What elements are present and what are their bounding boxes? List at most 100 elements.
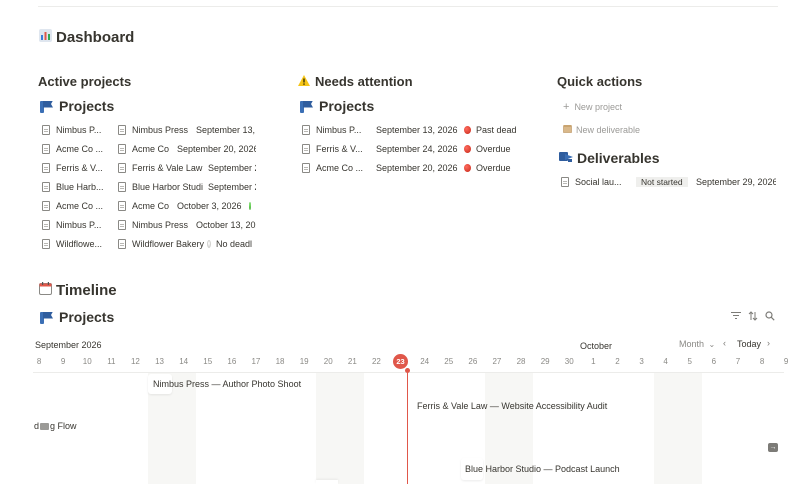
calendar-icon xyxy=(38,282,52,298)
needs-attention-db-title[interactable]: Projects xyxy=(300,98,374,114)
timeline-day-tick: 16 xyxy=(227,357,237,366)
new-deliverable-button[interactable]: New deliverable xyxy=(563,124,640,135)
warning-icon xyxy=(297,75,311,89)
timeline-day-tick: 14 xyxy=(179,357,189,366)
timeline-day-tick: 23 xyxy=(389,354,413,369)
status-dot-red xyxy=(464,144,471,153)
list-item[interactable]: Ferris & V... Ferris & Vale Law Septembe… xyxy=(42,158,256,177)
timeline-day-tick: 2 xyxy=(615,357,620,366)
page-icon xyxy=(42,124,50,135)
bar-chart-icon xyxy=(38,29,52,45)
status-dot-green xyxy=(249,201,251,210)
weekend-column xyxy=(316,373,341,484)
page-icon xyxy=(42,162,50,173)
page-icon xyxy=(118,200,126,211)
weekend-column xyxy=(653,373,678,484)
timeline-day-tick: 8 xyxy=(36,357,42,366)
new-project-button[interactable]: + New project xyxy=(563,101,622,113)
list-item[interactable]: Wildflowe... Wildflower Bakery No deadl xyxy=(42,234,256,253)
status-badge: Not started xyxy=(636,176,688,187)
page-icon xyxy=(42,219,50,230)
timeline-bar-stub[interactable] xyxy=(316,480,338,484)
page-icon xyxy=(42,181,50,192)
database-icon xyxy=(40,100,55,113)
page-icon xyxy=(118,238,126,249)
timeline-day-tick: 22 xyxy=(371,357,381,366)
timeline-day-tick: 17 xyxy=(251,357,261,366)
deliverables-icon xyxy=(559,150,574,166)
today-day-circle: 23 xyxy=(393,354,409,369)
today-line xyxy=(407,369,408,484)
timeline-bar-blueharbor[interactable]: Blue Harbor Studio — Podcast Launch xyxy=(462,461,623,479)
timeline-bar-ferris[interactable]: Ferris & Vale Law — Website Accessibilit… xyxy=(414,398,610,416)
database-icon xyxy=(40,311,55,324)
timeline-grid xyxy=(33,372,784,484)
status-dot-red xyxy=(464,125,471,134)
deliverables-db-title[interactable]: Deliverables xyxy=(559,150,660,166)
today-button[interactable]: Today xyxy=(737,339,761,349)
timeline-day-tick: 8 xyxy=(759,357,765,366)
list-item[interactable]: Blue Harb... Blue Harbor Studi September… xyxy=(42,177,256,196)
weekend-column xyxy=(677,373,702,484)
page-icon xyxy=(118,219,126,230)
search-icon[interactable] xyxy=(765,311,775,324)
list-item[interactable]: Nimbus P... Nimbus Press October 13, 202 xyxy=(42,215,256,234)
active-projects-db-title[interactable]: Projects xyxy=(40,98,114,114)
quick-actions-heading: Quick actions xyxy=(557,74,643,89)
status-dot-white xyxy=(207,239,211,248)
timeline-day-tick: 9 xyxy=(783,357,789,366)
timeline-day-tick: 18 xyxy=(275,357,285,366)
filter-icon[interactable] xyxy=(731,311,741,323)
timeline-day-tick: 4 xyxy=(663,357,668,366)
timeline-day-tick: 6 xyxy=(711,357,717,366)
page-title: Dashboard xyxy=(38,29,134,46)
arrow-right-icon[interactable]: → xyxy=(768,443,778,452)
timeline-db-title[interactable]: Projects xyxy=(40,309,114,325)
list-item[interactable]: Acme Co ... September 20, 2026 Overdue xyxy=(302,158,516,177)
timeline-day-tick: 24 xyxy=(420,357,430,366)
timeline-bar-nimbus[interactable]: Nimbus Press — Author Photo Shoot xyxy=(150,376,304,394)
timeline-day-tick: 9 xyxy=(60,357,66,366)
timeline-day-tick: 15 xyxy=(203,357,213,366)
active-projects-heading: Active projects xyxy=(38,74,132,89)
timeline-day-row: 8 9 10 11 12 13 14 15 16 17 18 19 20 21 22 23 24 25 26 27 28… xyxy=(27,354,788,369)
chevron-left-icon[interactable]: ‹ xyxy=(723,338,726,348)
page-icon xyxy=(302,143,310,154)
timeline-day-tick: 13 xyxy=(155,357,164,366)
list-item[interactable]: Social lau... Not started September 29, … xyxy=(561,172,777,191)
month-label-september: September 2026 xyxy=(35,340,102,350)
deliverables-list: Social lau... Not started September 29, … xyxy=(561,172,777,191)
timeline-bar-offscreen[interactable]: d g Flow xyxy=(34,421,77,431)
status-dot-red xyxy=(464,163,471,172)
page-icon xyxy=(302,124,310,135)
plus-icon: + xyxy=(563,101,570,113)
timeline-day-tick: 5 xyxy=(687,357,692,366)
page-icon xyxy=(118,181,126,192)
database-icon xyxy=(300,100,315,113)
month-label-october: October xyxy=(580,341,613,351)
page-icon xyxy=(302,162,310,173)
timeline-day-tick: 19 xyxy=(299,357,309,366)
sort-icon[interactable] xyxy=(748,311,758,324)
page-icon xyxy=(561,176,569,187)
timeline-day-tick: 27 xyxy=(492,357,502,366)
chevron-right-icon[interactable]: › xyxy=(767,338,770,348)
list-item[interactable]: Acme Co ... Acme Co September 20, 2026 xyxy=(42,139,256,158)
list-item[interactable]: Nimbus P... Nimbus Press September 13, 2 xyxy=(42,120,256,139)
list-item[interactable]: Ferris & V... September 24, 2026 Overdue xyxy=(302,139,516,158)
page-icon xyxy=(42,143,50,154)
chevron-down-icon: ⌄ xyxy=(708,340,716,349)
list-item[interactable]: Acme Co ... Acme Co October 3, 2026 xyxy=(42,196,256,215)
timeline-day-tick: 1 xyxy=(591,357,596,366)
page-icon xyxy=(42,200,50,211)
timeline-day-tick: 29 xyxy=(540,357,550,366)
page-icon xyxy=(118,143,126,154)
needs-attention-heading: Needs attention xyxy=(297,74,413,89)
today-marker xyxy=(405,368,410,373)
page-icon xyxy=(118,162,126,173)
list-item[interactable]: Nimbus P... September 13, 2026 Past dead xyxy=(302,120,516,139)
timeline-day-tick: 21 xyxy=(347,357,357,366)
view-mode-select[interactable]: Month ⌄ xyxy=(679,339,715,349)
needs-attention-list: Nimbus P... September 13, 2026 Past dead… xyxy=(302,120,516,177)
timeline-day-tick: 10 xyxy=(82,357,92,366)
